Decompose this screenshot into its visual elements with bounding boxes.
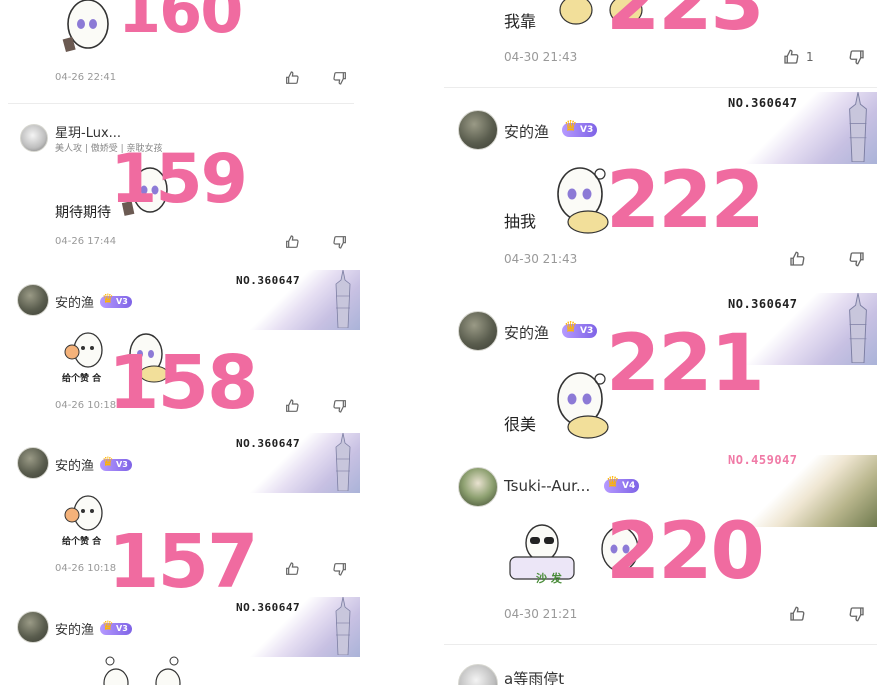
comment-card-157: NO.360647 安的渔 ♛ V3 给个赞 合 157 04-26 10:18 (0, 433, 360, 593)
level-badge: ♛ V3 (100, 292, 132, 308)
comment-number-overlay: 223 (606, 0, 765, 48)
thumbs-up-icon[interactable] (788, 250, 806, 268)
crown-icon: ♛ (102, 455, 114, 470)
avatar[interactable] (17, 447, 49, 479)
comment-number-overlay: 159 (110, 140, 248, 219)
username[interactable]: 安的渔 (55, 619, 94, 638)
divider (444, 87, 877, 88)
comment-card-222: NO.360647 安的渔 ♛ V3 抽我 222 04-30 21:43 (444, 92, 877, 290)
comment-card-partial: a等雨停t (444, 650, 877, 685)
comment-time: 04-26 22:41 (55, 72, 117, 83)
comment-number-overlay: 222 (606, 156, 765, 246)
thumbs-up-icon[interactable] (284, 398, 300, 414)
left-comment-column: 160 04-26 22:41 星玥-Lux... 美人攻 | 傲娇受 | 亲耽… (0, 0, 360, 685)
divider (444, 644, 877, 645)
username[interactable]: Tsuki--Aur... (504, 477, 590, 495)
tower-icon (849, 92, 867, 162)
comment-number-overlay: 220 (606, 507, 765, 597)
crown-icon: ♛ (102, 292, 114, 307)
comment-number-overlay: 160 (118, 0, 243, 47)
thumbs-down-icon[interactable] (332, 234, 348, 250)
comment-card-223: 我靠 223 04-30 21:43 1 (444, 0, 877, 88)
avatar[interactable] (20, 124, 48, 152)
username[interactable]: 安的渔 (504, 121, 549, 142)
crown-icon: ♛ (564, 318, 578, 336)
crown-icon: ♛ (102, 619, 114, 634)
thumbs-up-icon[interactable] (284, 234, 300, 250)
crown-icon: ♛ (606, 473, 620, 491)
comment-text: 抽我 (504, 212, 537, 231)
username[interactable]: 安的渔 (55, 455, 94, 474)
thumbs-down-icon[interactable] (332, 398, 348, 414)
avatar[interactable] (17, 611, 49, 643)
comment-number-overlay: 158 (108, 340, 258, 426)
username[interactable]: 安的渔 (504, 322, 549, 343)
level-badge: ♛ V3 (100, 619, 132, 635)
comment-time: 04-30 21:21 (504, 607, 578, 621)
comment-card-partial: NO.360647 安的渔 ♛ V3 (0, 597, 360, 685)
right-comment-column: 我靠 223 04-30 21:43 1 NO.360647 安的渔 ♛ V3 抽… (444, 0, 877, 685)
level-badge: ♛ V3 (562, 320, 598, 338)
level-badge: ♛ V4 (604, 475, 640, 493)
comment-card-160: 160 04-26 22:41 (0, 0, 360, 104)
thumbs-down-icon[interactable] (332, 70, 348, 86)
decoration-number: NO.459047 (728, 455, 798, 467)
like-count: 1 (806, 50, 814, 64)
comment-time: 04-26 10:18 (55, 400, 117, 411)
avatar[interactable] (458, 467, 498, 507)
thumbs-down-icon[interactable] (332, 561, 348, 577)
avatar[interactable] (458, 664, 498, 685)
username[interactable]: a等雨停t (504, 668, 564, 685)
comment-card-221: NO.360647 安的渔 ♛ V3 很美 221 (444, 293, 877, 455)
thumbs-down-icon[interactable] (848, 250, 866, 268)
tower-icon (849, 293, 867, 363)
avatar[interactable] (458, 311, 498, 351)
comment-time: 04-26 17:44 (55, 236, 117, 247)
thumbs-down-icon[interactable] (848, 48, 866, 66)
avatar[interactable] (17, 284, 49, 316)
comment-text: 期待期待 (55, 205, 111, 221)
thumbs-up-icon[interactable] (788, 605, 806, 623)
thumbs-down-icon[interactable] (848, 605, 866, 623)
comment-time: 04-30 21:43 (504, 50, 578, 64)
sticker-caption: 给个赞 合 (62, 537, 102, 547)
comment-time: 04-26 10:18 (55, 563, 117, 574)
sticker-partial (103, 656, 181, 685)
sticker-caption: 沙 发 (536, 572, 562, 585)
decoration-number: NO.360647 (728, 96, 798, 110)
decoration-number: NO.360647 (236, 437, 301, 450)
level-badge: ♛ V3 (562, 119, 598, 137)
comment-number-overlay: 221 (606, 319, 765, 409)
username[interactable]: 安的渔 (55, 292, 94, 311)
comment-number-overlay: 157 (108, 519, 258, 593)
sticker-caption: 给个赞 合 (62, 374, 102, 384)
comment-card-158: NO.360647 安的渔 ♛ V3 给个赞 合 158 04-26 10:18 (0, 270, 360, 430)
comment-card-220: NO.459047 Tsuki--Aur... ♛ V4 沙 发 220 04-3… (444, 455, 877, 645)
divider (8, 103, 354, 104)
avatar[interactable] (458, 110, 498, 150)
comment-time: 04-30 21:43 (504, 252, 578, 266)
thumbs-up-icon[interactable] (284, 70, 300, 86)
comment-text: 很美 (504, 415, 537, 434)
decoration-number: NO.360647 (236, 274, 301, 287)
crown-icon: ♛ (564, 117, 578, 135)
egg-ghost-sticker (62, 0, 109, 53)
decoration-number: NO.360647 (236, 601, 301, 614)
username[interactable]: 星玥-Lux... (55, 122, 121, 141)
thumbs-up-icon[interactable] (782, 48, 800, 66)
comment-text: 我靠 (504, 12, 537, 31)
tower-icon (335, 270, 351, 328)
tower-icon (335, 433, 351, 491)
thumbs-up-icon[interactable] (284, 561, 300, 577)
tower-icon (335, 597, 351, 655)
level-badge: ♛ V3 (100, 455, 132, 471)
decoration-number: NO.360647 (728, 297, 798, 311)
comment-card-159: 星玥-Lux... 美人攻 | 傲娇受 | 亲耽女孩 159 期待期待 04-2… (0, 108, 360, 266)
